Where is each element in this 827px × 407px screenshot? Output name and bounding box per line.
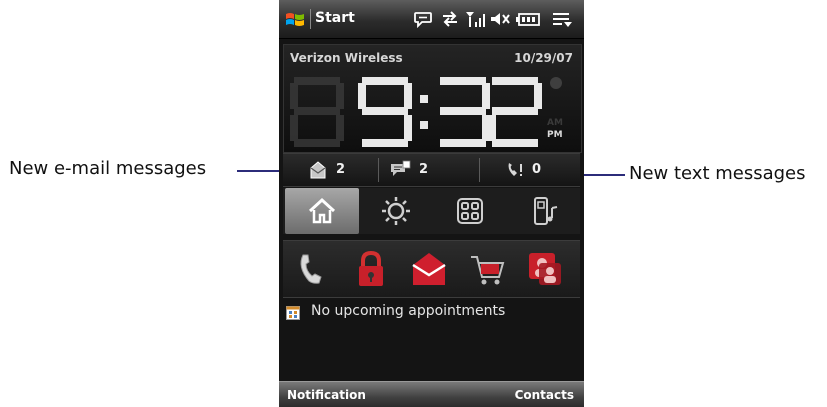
tab-media[interactable] bbox=[507, 188, 581, 234]
date-display: 10/29/07 bbox=[514, 51, 573, 65]
sync-arrows-icon[interactable] bbox=[441, 9, 459, 29]
email-count: 2 bbox=[336, 162, 346, 177]
menu-icon[interactable] bbox=[551, 9, 573, 29]
battery-icon[interactable] bbox=[515, 9, 541, 29]
callout-new-text: New text messages bbox=[629, 163, 806, 184]
windows-logo-icon[interactable] bbox=[284, 9, 306, 31]
alarm-icon bbox=[550, 77, 562, 89]
phone-music-icon bbox=[534, 197, 558, 225]
missed-calls-count: 0 bbox=[532, 162, 542, 177]
appointments-panel[interactable]: No upcoming appointments bbox=[283, 300, 580, 380]
tab-weather[interactable] bbox=[359, 188, 433, 234]
carrier-name: Verizon Wireless bbox=[290, 51, 403, 65]
softkey-notification[interactable]: Notification bbox=[287, 388, 366, 402]
quick-apps-row bbox=[283, 240, 580, 298]
shopping-cart-icon[interactable] bbox=[467, 249, 507, 289]
speaker-muted-icon[interactable] bbox=[489, 9, 511, 29]
softkey-bar: Notification Contacts bbox=[279, 381, 584, 407]
title-bar: Start bbox=[279, 0, 584, 39]
chat-bubble-icon[interactable] bbox=[413, 9, 433, 29]
appointments-text: No upcoming appointments bbox=[311, 303, 506, 319]
clock-digit-hour bbox=[358, 77, 412, 147]
notification-counts: 2 2 0 bbox=[283, 153, 580, 187]
clock-digit-minute-ones bbox=[488, 77, 542, 147]
calendar-icon bbox=[286, 306, 300, 320]
phone-handset-icon[interactable] bbox=[293, 249, 333, 289]
tab-apps[interactable] bbox=[433, 188, 507, 234]
callout-new-email: New e-mail messages bbox=[9, 158, 207, 179]
start-button[interactable]: Start bbox=[315, 10, 355, 26]
mail-icon[interactable] bbox=[409, 249, 449, 289]
contacts-icon[interactable] bbox=[525, 249, 565, 289]
title-separator bbox=[310, 9, 311, 29]
email-envelope-icon bbox=[310, 161, 326, 179]
lock-icon[interactable] bbox=[351, 249, 391, 289]
phone-screen: Start Verizon Wireless 10/29/07 AM PM 2 … bbox=[279, 0, 584, 407]
email-count-cell[interactable]: 2 bbox=[283, 154, 378, 186]
missed-calls-cell[interactable]: 0 bbox=[480, 154, 580, 186]
weather-sun-icon bbox=[382, 197, 410, 225]
clock-colon bbox=[420, 95, 428, 129]
tab-bar bbox=[283, 188, 580, 234]
signal-strength-icon[interactable] bbox=[465, 9, 485, 29]
clock-panel[interactable]: Verizon Wireless 10/29/07 AM PM bbox=[283, 44, 582, 153]
apps-grid-icon bbox=[457, 198, 483, 224]
missed-call-icon bbox=[508, 163, 522, 176]
tab-home[interactable] bbox=[285, 188, 359, 234]
am-indicator: AM bbox=[547, 118, 563, 128]
digital-clock bbox=[290, 77, 562, 147]
text-message-icon bbox=[391, 160, 411, 176]
home-icon bbox=[308, 197, 336, 224]
text-count: 2 bbox=[419, 162, 429, 177]
pm-indicator: PM bbox=[547, 130, 563, 140]
clock-digit-minute-tens bbox=[440, 77, 490, 147]
softkey-contacts[interactable]: Contacts bbox=[515, 388, 574, 402]
clock-digit-ghost bbox=[290, 77, 344, 147]
text-count-cell[interactable]: 2 bbox=[379, 154, 479, 186]
